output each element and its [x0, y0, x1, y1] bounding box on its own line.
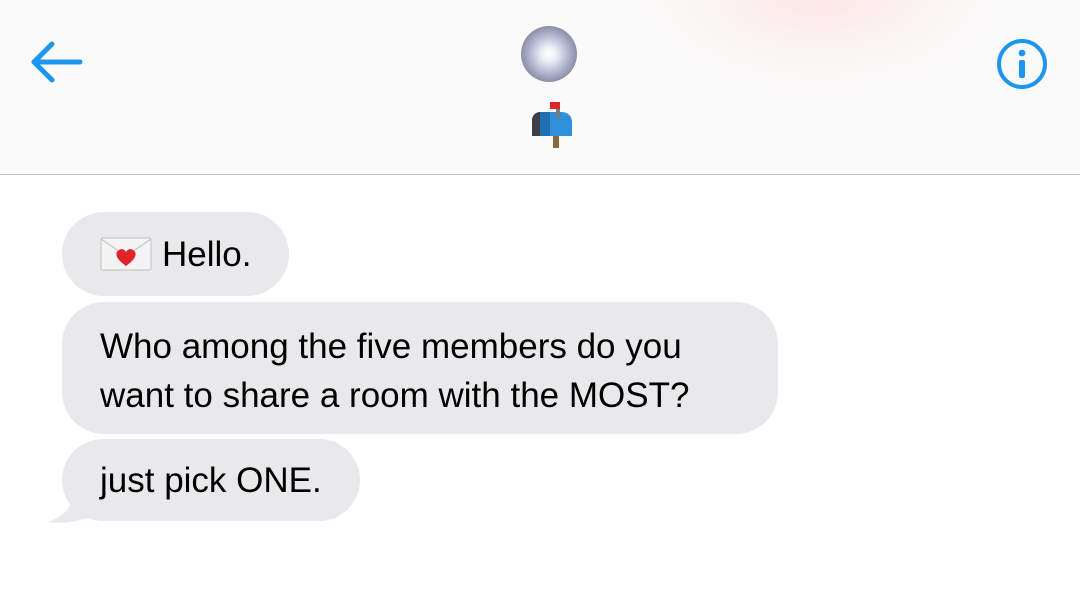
conversation-header — [0, 0, 1080, 175]
message-bubble[interactable]: Hello. — [62, 212, 290, 296]
mailbox-icon — [532, 102, 572, 148]
message-text: just pick ONE. — [100, 460, 322, 500]
contact-avatar[interactable] — [521, 26, 577, 82]
message-text-line: want to share a room with the MOST? — [100, 376, 690, 415]
message-text: Hello. — [162, 234, 252, 274]
info-button[interactable] — [994, 36, 1050, 92]
message-bubble[interactable]: Who among the five members do you want t… — [62, 302, 778, 434]
header-glow — [620, 0, 1020, 100]
arrow-left-icon — [31, 41, 83, 83]
message-text-line: Who among the five members do you — [100, 327, 682, 366]
back-button[interactable] — [26, 36, 86, 88]
message-thread: Hello. Who among the five members do you… — [0, 175, 1080, 590]
love-letter-icon — [100, 237, 152, 271]
contact-name[interactable] — [510, 100, 590, 150]
info-circle-icon — [997, 39, 1047, 89]
message-bubble[interactable]: just pick ONE. — [62, 439, 360, 521]
